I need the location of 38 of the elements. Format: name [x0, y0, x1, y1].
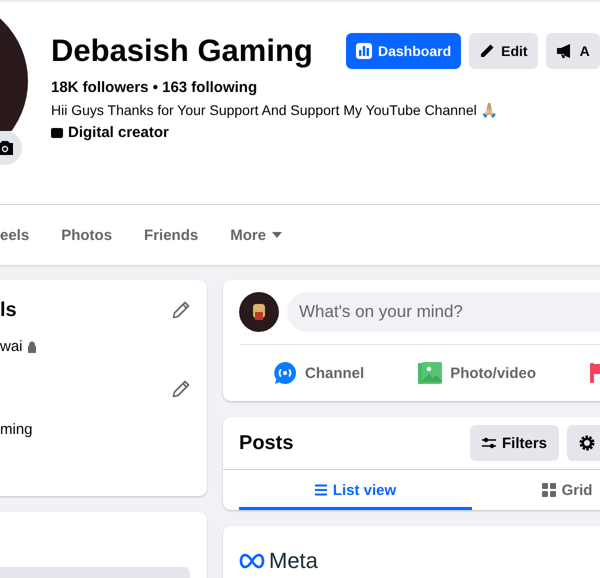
infinity-logo-icon	[239, 553, 265, 569]
ad-button[interactable]: A	[546, 33, 600, 69]
settings-icon	[579, 435, 596, 451]
photo-icon	[418, 361, 442, 385]
grid-icon	[542, 483, 556, 497]
category-label: Digital creator	[68, 124, 169, 141]
live-icon	[273, 361, 297, 385]
live-button[interactable]: Channel	[273, 361, 364, 385]
edit-button[interactable]: Edit	[469, 33, 538, 69]
follower-count: 18K followers • 163 following	[51, 79, 258, 96]
dashboard-button[interactable]: Dashboard	[346, 33, 462, 69]
pencil-icon	[479, 43, 496, 59]
post-input[interactable]: What's on your mind?	[287, 292, 600, 332]
caret-icon	[272, 232, 282, 238]
profile-tab[interactable]: eels	[0, 205, 30, 265]
detail-text: ming	[0, 421, 33, 438]
view-tab[interactable]: Grid	[472, 470, 600, 510]
pencil-icon[interactable]	[171, 379, 191, 399]
avatar-image[interactable]	[239, 292, 279, 332]
detail-text: wai	[0, 338, 23, 355]
posts-heading: Posts	[239, 432, 294, 454]
filters-button[interactable]: Filters	[470, 425, 560, 461]
list-icon	[314, 484, 327, 496]
photo-button[interactable]: Photo/video	[418, 361, 536, 385]
profile-name: Debasish Gaming	[51, 33, 314, 69]
bar-chart-icon	[356, 43, 372, 59]
settings-button[interactable]	[567, 425, 600, 461]
brand-name: Meta	[269, 548, 318, 574]
view-tab[interactable]: List view	[239, 470, 472, 510]
profile-tab[interactable]: Friends	[144, 205, 198, 265]
card-heading: ls	[0, 298, 17, 322]
camera-icon	[0, 140, 14, 156]
profile-tab[interactable]: Photos	[61, 205, 112, 265]
sliders-icon	[482, 437, 496, 449]
profile-bio: Hii Guys Thanks for Your Support And Support My YouTube Channel 🙏🏼	[51, 102, 499, 118]
clapperboard-icon	[51, 128, 63, 138]
profile-tab[interactable]: More	[230, 205, 282, 265]
pencil-icon[interactable]	[171, 300, 191, 320]
